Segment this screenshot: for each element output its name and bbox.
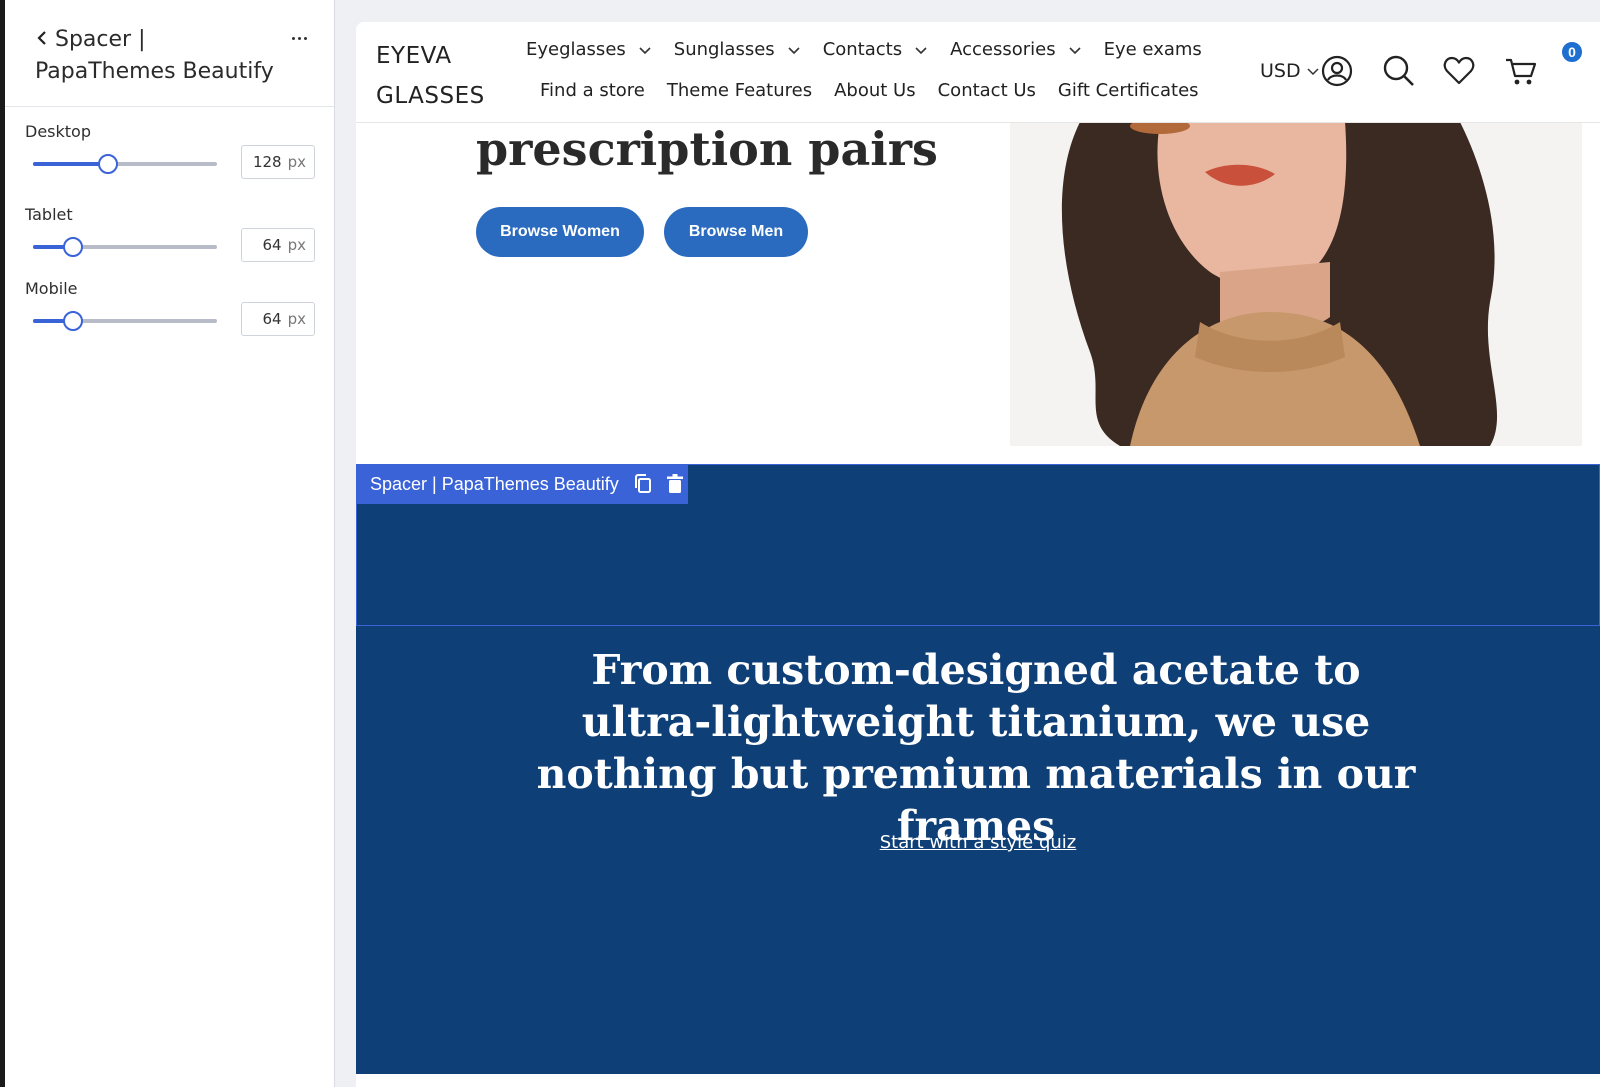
nav-eye-exams[interactable]: Eye exams (1104, 39, 1202, 60)
panel-header: Spacer | PapaThemes Beautify (5, 0, 334, 107)
spacer-tag-label: Spacer | PapaThemes Beautify (370, 473, 619, 494)
nav-about-us[interactable]: About Us (834, 80, 916, 101)
slider-thumb[interactable] (98, 154, 119, 174)
chevron-left-icon (37, 31, 46, 45)
mobile-value-field[interactable]: px (241, 302, 315, 336)
chevron-down-icon (788, 46, 800, 54)
slider-fill (33, 162, 109, 166)
trash-icon[interactable] (665, 473, 685, 495)
currency-label: USD (1260, 60, 1301, 82)
style-quiz-link-text[interactable]: Start with a style quiz (880, 832, 1077, 853)
mobile-spacing-control: Mobile px (25, 279, 315, 336)
desktop-spacing-control: Desktop px (25, 122, 315, 179)
panel-title-line1: Spacer | (55, 27, 146, 52)
cart-count-badge: 0 (1560, 40, 1584, 64)
nav-label: Eye exams (1103, 39, 1202, 60)
chevron-down-icon (1307, 68, 1319, 75)
slider-thumb[interactable] (63, 237, 84, 257)
nav-accessories[interactable]: Accessories (950, 39, 1082, 60)
chevron-down-icon (639, 46, 651, 54)
site-header: EYEVA GLASSES Eyeglasses Sunglasses Cont… (356, 22, 1600, 123)
tablet-spacing-control: Tablet px (25, 205, 315, 262)
unit-label: px (287, 236, 306, 254)
browse-men-button[interactable]: Browse Men (664, 207, 808, 257)
nav-contacts[interactable]: Contacts (823, 39, 928, 60)
account-icon[interactable] (1320, 54, 1354, 88)
feature-heading: From custom-designed acetate to ultra-li… (536, 646, 1416, 850)
tablet-slider[interactable] (33, 235, 217, 259)
desktop-slider[interactable] (33, 152, 217, 176)
unit-label: px (287, 310, 306, 328)
desktop-value-field[interactable]: px (241, 145, 315, 179)
logo-line1: EYEVA (376, 43, 452, 69)
hero-model-image (1010, 122, 1582, 446)
nav-eyeglasses[interactable]: Eyeglasses (526, 39, 652, 60)
search-icon[interactable] (1382, 54, 1416, 88)
site-preview: EYEVA GLASSES Eyeglasses Sunglasses Cont… (356, 22, 1600, 1087)
nav-label: Sunglasses (673, 39, 775, 60)
panel-title-line2: PapaThemes Beautify (35, 59, 274, 84)
chevron-down-icon (1069, 46, 1081, 54)
nav-label: Accessories (950, 39, 1056, 60)
currency-selector[interactable]: USD (1260, 60, 1319, 82)
panel-title: Spacer | PapaThemes Beautify (35, 24, 275, 88)
heart-icon[interactable] (1442, 54, 1476, 88)
store-logo[interactable]: EYEVA GLASSES (376, 36, 485, 116)
spacer-block-tag[interactable]: Spacer | PapaThemes Beautify (356, 464, 688, 504)
mobile-label: Mobile (25, 279, 78, 298)
back-button[interactable] (31, 24, 57, 52)
slider-thumb[interactable] (63, 311, 84, 331)
style-quiz-link[interactable]: Start with a style quiz (356, 832, 1600, 853)
hero-heading: prescription pairs (476, 122, 938, 176)
settings-panel: Spacer | PapaThemes Beautify Desktop px … (5, 0, 335, 1087)
nav-find-store[interactable]: Find a store (540, 80, 645, 101)
desktop-label: Desktop (25, 122, 91, 141)
desktop-value-input[interactable] (245, 153, 282, 171)
nav-contact-us[interactable]: Contact Us (938, 80, 1036, 101)
nav-gift-certificates[interactable]: Gift Certificates (1058, 80, 1199, 101)
mobile-value-input[interactable] (245, 310, 282, 328)
duplicate-icon[interactable] (633, 473, 653, 495)
chevron-down-icon (915, 46, 927, 54)
more-options-icon[interactable] (287, 28, 311, 48)
tablet-label: Tablet (25, 205, 73, 224)
mobile-slider[interactable] (33, 309, 217, 333)
tablet-value-field[interactable]: px (241, 228, 315, 262)
main-nav-row2: Find a store Theme Features About Us Con… (540, 80, 1221, 101)
tablet-value-input[interactable] (245, 236, 282, 254)
nav-label: Eyeglasses (526, 39, 626, 60)
nav-label: Contacts (822, 39, 903, 60)
main-nav-row1: Eyeglasses Sunglasses Contacts Accessori… (526, 39, 1224, 60)
nav-theme-features[interactable]: Theme Features (667, 80, 812, 101)
browse-women-button[interactable]: Browse Women (476, 207, 644, 257)
cart-icon[interactable] (1504, 54, 1538, 88)
unit-label: px (287, 153, 306, 171)
logo-line2: GLASSES (376, 83, 485, 109)
nav-sunglasses[interactable]: Sunglasses (674, 39, 801, 60)
